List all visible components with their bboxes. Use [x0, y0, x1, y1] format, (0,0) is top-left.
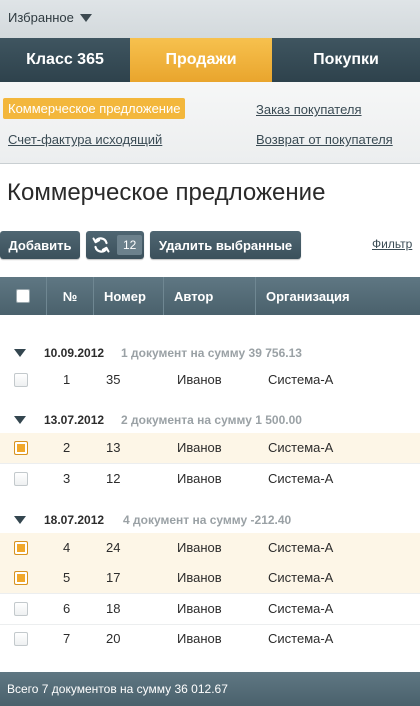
group-date: 18.07.2012 [44, 513, 105, 527]
table-row[interactable]: 3 12 Иванов Система-А [0, 464, 420, 494]
row-number: 12 [106, 471, 121, 486]
delete-selected-button[interactable]: Удалить выбранные [150, 231, 301, 259]
row-organization: Система-А [268, 540, 334, 555]
row-index: 5 [63, 570, 71, 585]
row-author: Иванов [177, 570, 222, 585]
table-row[interactable]: 4 24 Иванов Система-А [0, 533, 420, 563]
group-summary: 2 документа на сумму 1 500.00 [121, 413, 302, 427]
group-date: 13.07.2012 [44, 413, 105, 427]
group-header: 13.07.2012 2 документа на сумму 1 500.00 [0, 409, 420, 431]
row-checkbox[interactable] [14, 373, 28, 387]
table-body: 10.09.2012 1 документ на сумму 39 756.13… [0, 315, 420, 672]
group-summary: 1 документ на сумму 39 756.13 [121, 346, 302, 360]
row-author: Иванов [177, 440, 222, 455]
main-tabs: Класс 365 Продажи Покупки [0, 38, 420, 92]
subnav-outgoing-invoice[interactable]: Счет-фактура исходящий [8, 132, 162, 147]
collapse-group-icon[interactable] [14, 349, 26, 357]
refresh-button[interactable]: 12 [86, 231, 144, 259]
row-organization: Система-А [268, 471, 334, 486]
table-row[interactable]: 5 17 Иванов Система-А [0, 563, 420, 593]
select-all-checkbox[interactable] [16, 289, 30, 303]
column-header-author[interactable]: Автор [164, 277, 256, 315]
row-number: 20 [106, 631, 121, 646]
favorites-bar: Избранное [0, 0, 420, 38]
row-checkbox[interactable] [14, 472, 28, 486]
collapse-group-icon[interactable] [14, 516, 26, 524]
group-summary: 4 документ на сумму -212.40 [123, 513, 292, 527]
tab-label: Класс 365 [26, 51, 104, 68]
tab-label: Покупки [313, 51, 379, 68]
row-author: Иванов [177, 471, 222, 486]
row-author: Иванов [177, 631, 222, 646]
subnav-commercial-offer[interactable]: Коммерческое предложение [3, 98, 186, 119]
tab-label: Продажи [165, 51, 237, 68]
row-number: 13 [106, 440, 121, 455]
row-number: 35 [106, 372, 121, 387]
column-select-all [0, 277, 47, 315]
row-organization: Система-А [268, 372, 334, 387]
row-checkbox[interactable] [14, 571, 28, 585]
row-checkbox[interactable] [14, 441, 28, 455]
column-header-number[interactable]: Номер [94, 277, 164, 315]
collapse-group-icon[interactable] [14, 416, 26, 424]
table-row[interactable]: 1 35 Иванов Система-А [0, 365, 420, 395]
subnav-customer-return[interactable]: Возврат от покупателя [256, 132, 393, 147]
row-number: 24 [106, 540, 121, 555]
row-number: 17 [106, 570, 121, 585]
favorites-label: Избранное [8, 10, 74, 25]
row-author: Иванов [177, 540, 222, 555]
group-header: 18.07.2012 4 документ на сумму -212.40 [0, 509, 420, 531]
row-index: 2 [63, 440, 71, 455]
row-index: 3 [63, 471, 71, 486]
row-checkbox[interactable] [14, 541, 28, 555]
chevron-down-icon [79, 14, 92, 22]
row-number: 18 [106, 601, 121, 616]
refresh-icon [92, 237, 110, 253]
column-header-index[interactable]: № [47, 277, 94, 315]
table-footer: Всего 7 документов на сумму 36 012.67 [0, 672, 420, 706]
table-row[interactable]: 2 13 Иванов Система-А [0, 433, 420, 463]
add-button[interactable]: Добавить [0, 231, 80, 259]
row-index: 7 [63, 631, 71, 646]
row-index: 4 [63, 540, 71, 555]
row-organization: Система-А [268, 440, 334, 455]
column-header-organization[interactable]: Организация [256, 277, 420, 315]
filter-link[interactable]: Фильтр [372, 237, 412, 251]
sub-navigation: Коммерческое предложение Заказ покупател… [0, 82, 420, 164]
group-date: 10.09.2012 [44, 346, 105, 360]
row-index: 6 [63, 601, 71, 616]
row-index: 1 [63, 372, 71, 387]
row-checkbox[interactable] [14, 632, 28, 646]
tab-klass365[interactable]: Класс 365 [0, 38, 130, 82]
row-organization: Система-А [268, 631, 334, 646]
page-title: Коммерческое предложение [7, 179, 326, 206]
favorites-dropdown[interactable]: Избранное [8, 10, 92, 25]
row-organization: Система-А [268, 601, 334, 616]
table-row[interactable]: 7 20 Иванов Система-А [0, 624, 420, 654]
row-author: Иванов [177, 601, 222, 616]
row-checkbox[interactable] [14, 602, 28, 616]
refresh-count-badge: 12 [117, 235, 143, 255]
row-organization: Система-А [268, 570, 334, 585]
group-header: 10.09.2012 1 документ на сумму 39 756.13 [0, 342, 420, 364]
tab-sales[interactable]: Продажи [130, 38, 272, 92]
footer-summary: Всего 7 документов на сумму 36 012.67 [7, 682, 228, 696]
subnav-customer-order[interactable]: Заказ покупателя [256, 102, 362, 117]
table-header: № Номер Автор Организация [0, 277, 420, 315]
tab-purchases[interactable]: Покупки [272, 38, 420, 82]
table-row[interactable]: 6 18 Иванов Система-А [0, 594, 420, 624]
row-author: Иванов [177, 372, 222, 387]
